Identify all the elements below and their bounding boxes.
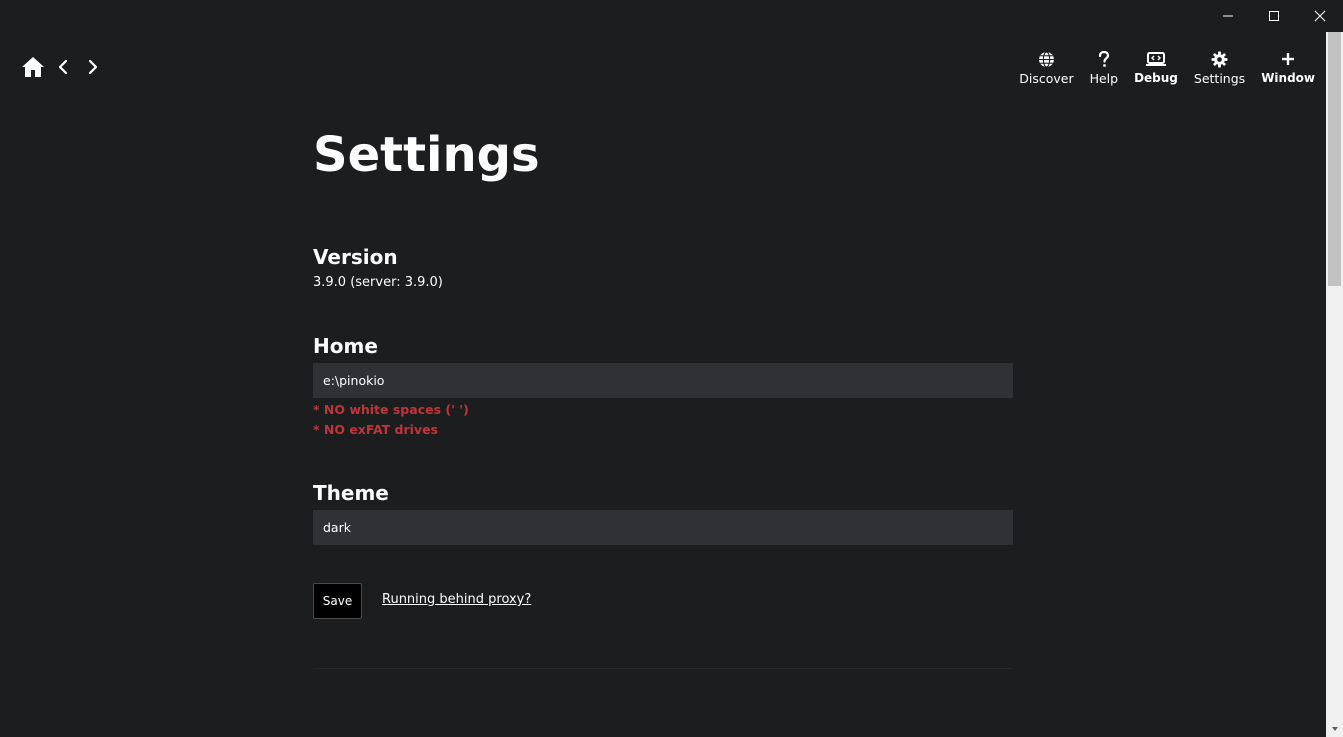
section-divider bbox=[313, 668, 1013, 669]
gear-icon bbox=[1211, 51, 1228, 67]
minimize-button[interactable] bbox=[1205, 0, 1251, 32]
debug-button[interactable]: Debug bbox=[1134, 49, 1178, 85]
debug-label: Debug bbox=[1134, 71, 1178, 85]
save-button[interactable]: Save bbox=[313, 583, 362, 619]
theme-heading: Theme bbox=[313, 481, 389, 505]
theme-input[interactable] bbox=[313, 510, 1013, 545]
home-warning-exfat: * NO exFAT drives bbox=[313, 422, 439, 437]
discover-label: Discover bbox=[1019, 71, 1074, 86]
back-button[interactable] bbox=[48, 56, 78, 78]
help-label: Help bbox=[1089, 71, 1119, 86]
chevron-left-icon bbox=[58, 59, 68, 75]
settings-content: Settings Version 3.9.0 (server: 3.9.0) H… bbox=[313, 120, 1013, 669]
help-button[interactable]: Help bbox=[1089, 49, 1119, 86]
settings-label: Settings bbox=[1193, 71, 1246, 86]
question-icon bbox=[1098, 50, 1109, 67]
app-window: Discover Help Debug Settings Window Sett… bbox=[0, 0, 1343, 737]
top-menu: Discover Help Debug Settings Window bbox=[1003, 49, 1315, 86]
home-icon bbox=[22, 57, 44, 77]
version-value: 3.9.0 (server: 3.9.0) bbox=[313, 275, 443, 290]
window-controls bbox=[1205, 0, 1343, 32]
window-label: Window bbox=[1261, 71, 1315, 85]
forward-button[interactable] bbox=[78, 56, 108, 78]
debug-icon bbox=[1145, 52, 1166, 66]
close-button[interactable] bbox=[1297, 0, 1343, 32]
discover-button[interactable]: Discover bbox=[1019, 49, 1074, 86]
home-path-input[interactable] bbox=[313, 363, 1013, 398]
minimize-icon bbox=[1223, 15, 1233, 17]
proxy-link[interactable]: Running behind proxy? bbox=[382, 592, 531, 607]
close-icon bbox=[1314, 10, 1326, 22]
nav-left bbox=[18, 56, 108, 78]
globe-icon bbox=[1038, 51, 1054, 67]
home-heading: Home bbox=[313, 334, 378, 358]
page-title: Settings bbox=[313, 127, 540, 183]
home-warning-whitespace: * NO white spaces (' ') bbox=[313, 402, 469, 417]
new-window-button[interactable]: Window bbox=[1261, 49, 1315, 85]
scroll-down-arrow[interactable] bbox=[1326, 720, 1343, 737]
chevron-right-icon bbox=[88, 59, 98, 75]
plus-icon bbox=[1282, 53, 1295, 65]
version-heading: Version bbox=[313, 245, 398, 269]
chevron-down-icon bbox=[1331, 726, 1338, 731]
home-button[interactable] bbox=[18, 56, 48, 78]
scroll-thumb[interactable] bbox=[1328, 32, 1341, 286]
maximize-icon bbox=[1269, 11, 1279, 21]
vertical-scrollbar[interactable] bbox=[1326, 32, 1343, 737]
maximize-button[interactable] bbox=[1251, 0, 1297, 32]
settings-button[interactable]: Settings bbox=[1194, 49, 1245, 86]
